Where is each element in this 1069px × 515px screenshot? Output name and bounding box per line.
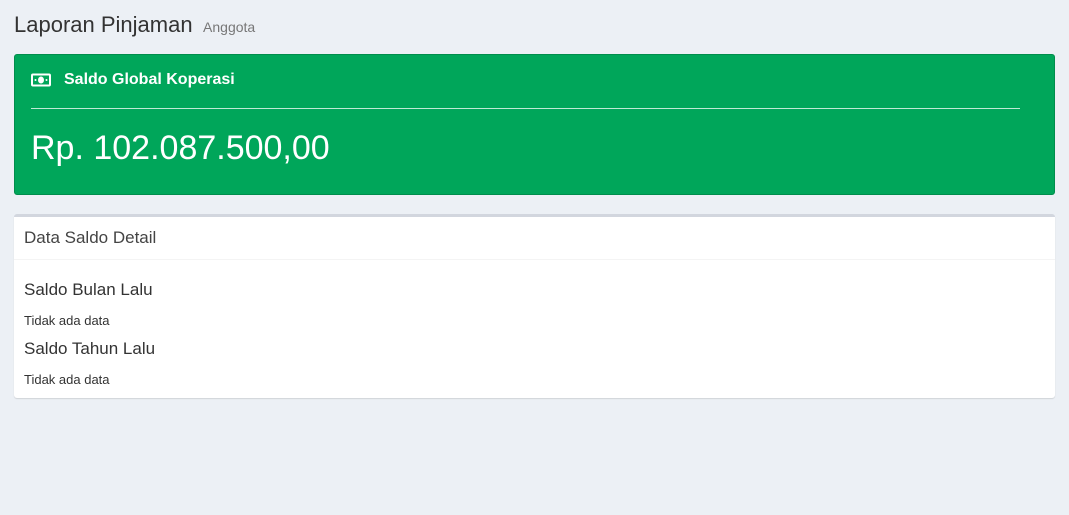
page-title: Laporan Pinjaman bbox=[14, 12, 193, 37]
page-header: Laporan Pinjaman Anggota bbox=[14, 12, 255, 38]
detail-box-title: Data Saldo Detail bbox=[24, 228, 157, 247]
saldo-global-label: Saldo Global Koperasi bbox=[64, 71, 235, 88]
detail-box-divider bbox=[14, 259, 1055, 260]
saldo-bulan-lalu-empty-text: Tidak ada data bbox=[24, 313, 110, 328]
money-icon bbox=[31, 73, 51, 87]
saldo-global-header: Saldo Global Koperasi bbox=[31, 71, 235, 89]
saldo-detail-box: Data Saldo Detail Saldo Bulan Lalu Tidak… bbox=[14, 214, 1055, 398]
saldo-tahun-lalu-heading: Saldo Tahun Lalu bbox=[24, 339, 156, 358]
page-subtitle: Anggota bbox=[203, 19, 256, 35]
saldo-global-amount: Rp. 102.087.500,00 bbox=[31, 129, 330, 167]
saldo-tahun-lalu-empty-text: Tidak ada data bbox=[24, 372, 110, 387]
saldo-global-box: Saldo Global Koperasi Rp. 102.087.500,00 bbox=[14, 54, 1055, 195]
saldo-bulan-lalu-heading: Saldo Bulan Lalu bbox=[24, 280, 153, 299]
saldo-divider bbox=[31, 108, 1020, 109]
